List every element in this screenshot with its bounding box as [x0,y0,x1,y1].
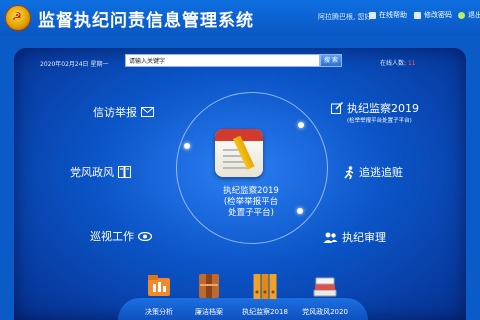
module-jijian[interactable]: 执纪监察2019 (检举举报平台处置子平台) [331,100,419,124]
search-button[interactable]: 搜 索 [320,54,342,67]
exit-icon [458,11,465,19]
module-jiufeng-label: 党风政风 [70,166,114,179]
binders-icon [253,274,277,299]
nav-jijian2018-label: 执纪监察2018 [242,308,288,316]
module-shenli-label: 执纪审理 [342,231,386,244]
nav-lianjie-label: 廉洁档案 [195,308,223,316]
exit-link[interactable]: 退出 [458,10,480,20]
party-emblem-icon: ☭ [6,6,30,30]
eye-icon [138,231,152,241]
orbit-dot [184,143,190,149]
module-xinfang[interactable]: 信访举报 [93,104,154,120]
online-label: 在线人数: [380,60,407,67]
module-xinfang-label: 信访举报 [93,106,137,119]
search-input[interactable] [125,54,320,67]
nav-jijian2018[interactable]: 执纪监察2018 [240,272,290,317]
change-password-link[interactable]: 修改密码 [414,10,452,20]
module-shenli[interactable]: 执纪审理 [323,229,386,245]
help-icon [369,11,376,19]
module-xunshi[interactable]: 巡视工作 [90,228,152,244]
runner-icon [344,165,354,179]
key-icon [414,11,421,19]
module-jijian-label: 执纪监察2019 [347,102,419,115]
nav-dangfeng2020-label: 党风政风2020 [302,308,348,316]
top-bar: ☭ 监督执纪问责信息管理系统 阿拉腾巴根, 您好 在线帮助 修改密码 退出 [0,0,480,36]
user-greeting: 阿拉腾巴根, 您好 [318,13,372,21]
nav-juece[interactable]: 决策分析 [134,272,184,317]
envelope-icon [141,107,154,117]
nav-dangfeng2020[interactable]: 党风政风2020 [300,272,350,317]
folder-chart-icon [148,275,170,296]
exit-label: 退出 [468,11,480,19]
help-link-label: 在线帮助 [379,11,407,19]
center-module-label[interactable]: 执纪监察2019 (检举举报平台 处置子平台) [196,186,306,219]
module-xunshi-label: 巡视工作 [90,230,134,243]
notebook-pencil-icon[interactable] [215,129,263,177]
users-icon [323,232,338,243]
nav-lianjie[interactable]: 廉洁档案 [184,272,234,317]
module-zhuitao-label: 追逃追赃 [359,166,403,179]
books-stack-icon [313,277,337,297]
edit-icon [331,102,343,114]
center-line2: (检举举报平台 [223,197,279,207]
book-icon [118,166,131,178]
current-date: 2020年02月24日 星期一 [40,61,109,68]
online-users: 在线人数: 11 [380,58,416,67]
online-count: 11 [407,60,416,67]
module-zhuitao[interactable]: 追逃追赃 [344,164,403,180]
orbit-dot [298,122,304,128]
archive-box-icon [199,274,219,298]
system-title: 监督执纪问责信息管理系统 [38,11,254,31]
center-line1: 执纪监察2019 [223,186,279,196]
module-jijian-sub: (检举举报平台处置子平台) [347,118,412,124]
help-link[interactable]: 在线帮助 [369,10,407,20]
change-password-label: 修改密码 [424,11,452,19]
center-line3: 处置子平台) [228,208,274,218]
module-jiufeng[interactable]: 党风政风 [70,164,131,180]
nav-juece-label: 决策分析 [145,308,173,316]
